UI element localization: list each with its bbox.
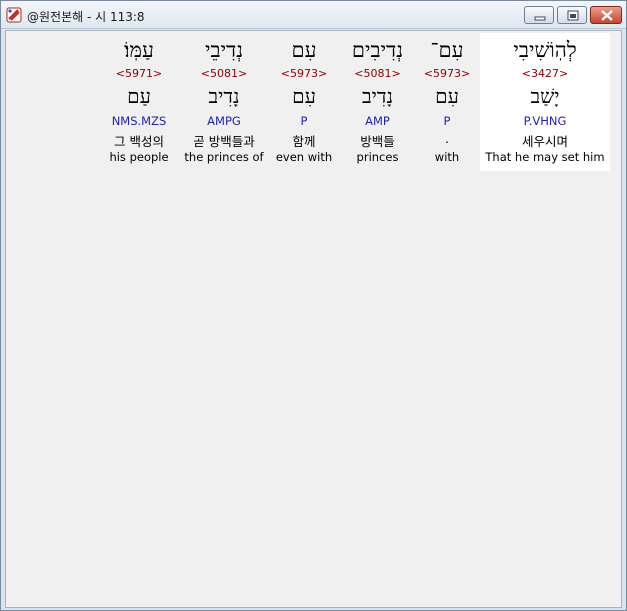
english-gloss: with <box>434 150 460 164</box>
app-icon[interactable] <box>6 7 22 23</box>
korean-gloss: 세우시며 <box>521 134 568 149</box>
hebrew-word: לְהֽוֹשִׁיבִי <box>513 38 577 62</box>
app-window: @원전본해 - 시 113:8 לְהֽוֹשִׁיבִי <3427> יָש… <box>0 0 627 611</box>
minimize-icon <box>534 16 546 21</box>
hebrew-word: עִם <box>291 38 317 62</box>
hebrew-word: נְדִיבֵי <box>204 38 244 62</box>
korean-gloss: . <box>445 131 449 146</box>
strong-number[interactable]: <5971> <box>104 67 174 80</box>
close-icon <box>601 10 613 21</box>
hebrew-lemma: נָדִיב <box>208 84 240 108</box>
word-column[interactable]: עַמּֽוֹ׃ <5971> עַם NMS.MZS 그 백성의 his pe… <box>104 33 174 171</box>
hebrew-lemma: נָדִיב <box>361 84 393 108</box>
strong-number[interactable]: <5973> <box>272 67 336 80</box>
close-button[interactable] <box>590 6 622 24</box>
english-gloss: That he may set him <box>485 150 605 164</box>
hebrew-lemma: עִם <box>292 84 316 108</box>
window-title: @원전본해 - 시 113:8 <box>27 10 145 24</box>
korean-gloss: 방백들 <box>360 134 395 149</box>
hebrew-lemma: יָשַׁב <box>530 84 560 108</box>
word-column[interactable]: עִם־ <5973> עִם P . with <box>417 33 477 171</box>
hebrew-word: עִם־ <box>430 38 464 62</box>
hebrew-word: עַמּֽוֹ׃ <box>124 38 154 62</box>
english-gloss: his people <box>109 150 169 164</box>
hebrew-lemma: עִם <box>435 84 459 108</box>
word-column[interactable]: לְהֽוֹשִׁיבִי <3427> יָשַׁב P.VHNG 세우시며 … <box>480 33 610 171</box>
korean-gloss: 그 백성의 <box>114 134 164 149</box>
strong-number[interactable]: <5081> <box>180 67 268 80</box>
hebrew-word: נְדִיבִים <box>351 38 404 62</box>
restore-button[interactable] <box>557 6 587 24</box>
interlinear-panel: לְהֽוֹשִׁיבִי <3427> יָשַׁב P.VHNG 세우시며 … <box>5 30 622 608</box>
korean-gloss: 곧 방백들과 <box>193 134 255 149</box>
word-column[interactable]: נְדִיבִים <5081> נָדִיב AMP 방백들 princes <box>340 33 415 171</box>
english-gloss: even with <box>275 150 333 164</box>
strong-number[interactable]: <5973> <box>417 67 477 80</box>
word-column[interactable]: נְדִיבֵי <5081> נָדִיב AMPG 곧 방백들과 the p… <box>180 33 268 171</box>
morphology-code: P.VHNG <box>523 114 567 128</box>
morphology-code: P <box>443 114 451 128</box>
hebrew-lemma: עַם <box>127 84 151 108</box>
morphology-code: P <box>300 114 308 128</box>
english-gloss: princes <box>356 150 399 164</box>
morphology-code: NMS.MZS <box>111 114 167 128</box>
korean-gloss: 함께 <box>292 134 316 149</box>
restore-icon <box>567 10 579 21</box>
title-bar[interactable]: @원전본해 - 시 113:8 <box>1 1 626 29</box>
strong-number[interactable]: <5081> <box>340 67 415 80</box>
minimize-button[interactable] <box>524 6 554 24</box>
english-gloss: the princes of <box>184 150 264 164</box>
morphology-code: AMPG <box>207 114 241 128</box>
strong-number[interactable]: <3427> <box>480 67 610 80</box>
word-column[interactable]: עִם <5973> עִם P 함께 even with <box>272 33 336 171</box>
morphology-code: AMP <box>365 114 390 128</box>
